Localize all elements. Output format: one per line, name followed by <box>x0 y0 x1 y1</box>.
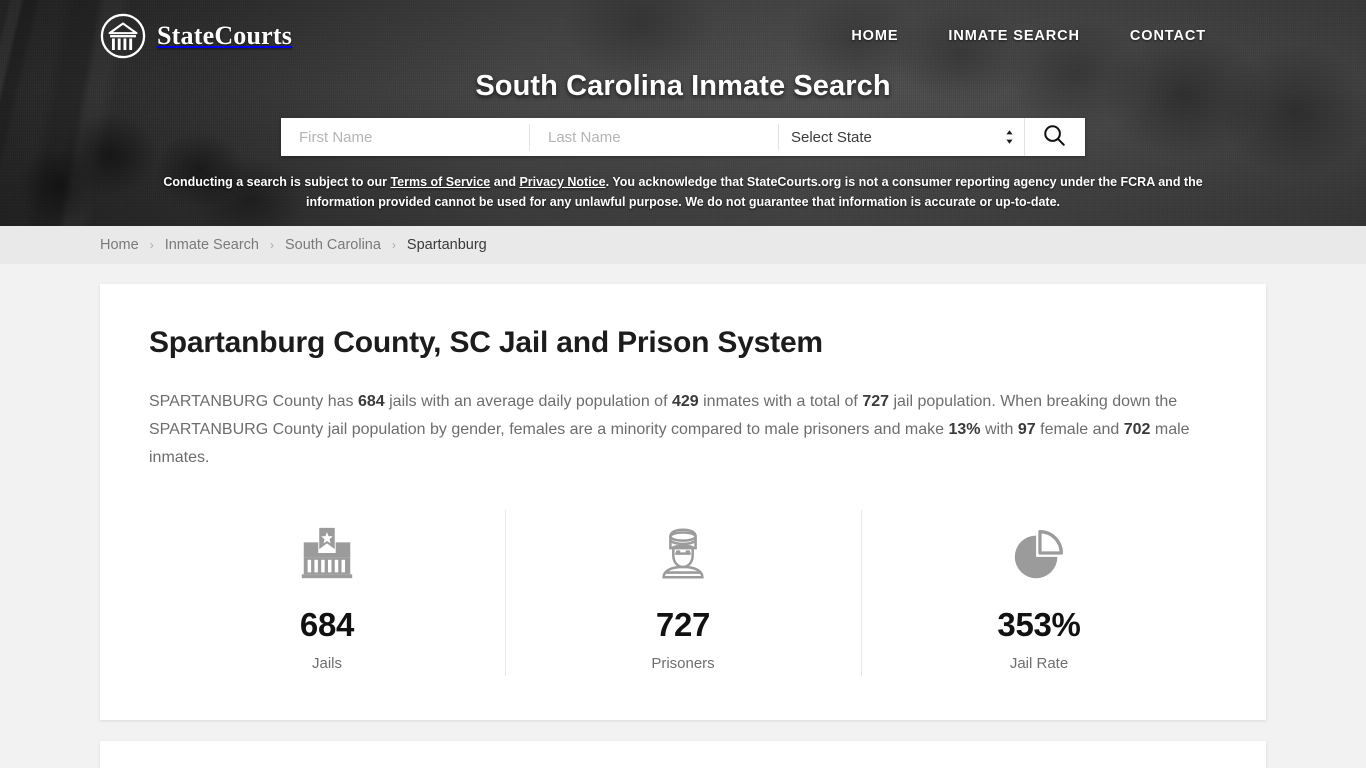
inmate-search-form: Select State South Carolina <box>281 118 1085 156</box>
page-content: Spartanburg County, SC Jail and Prison S… <box>0 264 1366 768</box>
disclaimer-text-1: Conducting a search is subject to our <box>163 175 391 189</box>
top-bar: StateCourts HOME INMATE SEARCH CONTACT <box>0 0 1366 59</box>
stat-prisoners-label: Prisoners <box>651 655 715 672</box>
desc-text-2: jails with an average daily population o… <box>384 393 672 410</box>
state-select[interactable]: Select State South Carolina <box>779 118 1024 156</box>
county-description: SPARTANBURG County has 684 jails with an… <box>149 388 1209 472</box>
desc-text-6: female and <box>1035 421 1124 438</box>
last-name-input[interactable] <box>530 118 778 156</box>
breadcrumb-separator-2: › <box>270 238 274 252</box>
search-section: Select State South Carolina <box>0 118 1366 156</box>
desc-female-count: 97 <box>1017 421 1036 438</box>
stat-jail-rate: 353% Jail Rate <box>861 510 1217 676</box>
breadcrumb-separator-1: › <box>149 238 154 252</box>
nav-item-inmate-search[interactable]: INMATE SEARCH <box>948 28 1079 44</box>
desc-male-count: 702 <box>1123 421 1151 438</box>
pie-chart-icon <box>861 516 1217 590</box>
desc-female-percent: 13% <box>948 421 981 438</box>
county-overview-card: Spartanburg County, SC Jail and Prison S… <box>100 284 1266 720</box>
brand-name: StateCourts <box>157 21 293 50</box>
first-name-input[interactable] <box>281 118 529 156</box>
statistics-row: 684 Jails 727 Prisoners 353% Jail Rate <box>149 510 1217 720</box>
nav-item-contact[interactable]: CONTACT <box>1130 28 1206 44</box>
desc-text-3: inmates with a total of <box>698 393 863 410</box>
breadcrumb-separator-3: › <box>391 238 396 252</box>
desc-daily-population: 429 <box>671 393 699 410</box>
stat-jails: 684 Jails <box>149 510 505 676</box>
breadcrumb-item-inmate-search[interactable]: Inmate Search <box>165 237 259 253</box>
desc-total-population: 727 <box>862 393 890 410</box>
desc-jails-count: 684 <box>357 393 385 410</box>
prisoner-icon <box>505 516 861 590</box>
stat-jail-rate-value: 353% <box>997 606 1081 643</box>
stat-prisoners: 727 Prisoners <box>505 510 861 676</box>
magnifier-icon <box>1042 123 1067 151</box>
terms-of-service-link[interactable]: Terms of Service <box>390 175 490 189</box>
hero-header: StateCourts HOME INMATE SEARCH CONTACT S… <box>0 0 1366 226</box>
brand-logo-link[interactable]: StateCourts <box>100 13 292 59</box>
county-heading: Spartanburg County, SC Jail and Prison S… <box>149 326 823 359</box>
disclaimer-text-2: and <box>490 175 520 189</box>
jail-building-icon <box>149 516 505 590</box>
breadcrumb-item-spartanburg: Spartanburg <box>406 237 487 253</box>
search-submit-button[interactable] <box>1024 118 1084 156</box>
nav-item-home[interactable]: HOME <box>851 28 898 44</box>
page-title: South Carolina Inmate Search <box>475 70 891 102</box>
courthouse-logo-icon <box>100 13 146 59</box>
privacy-notice-link[interactable]: Privacy Notice <box>519 175 605 189</box>
state-select-wrapper: Select State South Carolina <box>779 118 1024 156</box>
main-navigation: HOME INMATE SEARCH CONTACT <box>851 28 1206 44</box>
stat-jails-label: Jails <box>311 655 342 672</box>
breadcrumb-bar: Home › Inmate Search › South Carolina › … <box>0 226 1366 264</box>
stat-jails-value: 684 <box>299 606 355 643</box>
desc-text-1: SPARTANBURG County has <box>149 393 358 410</box>
legal-disclaimer: Conducting a search is subject to our Te… <box>133 172 1233 212</box>
desc-text-5: with <box>980 421 1018 438</box>
stat-jail-rate-label: Jail Rate <box>1009 655 1069 672</box>
next-section-card <box>100 741 1266 768</box>
stat-prisoners-value: 727 <box>655 606 711 643</box>
breadcrumb: Home › Inmate Search › South Carolina › … <box>100 237 487 253</box>
breadcrumb-item-south-carolina[interactable]: South Carolina <box>285 237 381 253</box>
breadcrumb-item-home[interactable]: Home <box>100 237 139 253</box>
